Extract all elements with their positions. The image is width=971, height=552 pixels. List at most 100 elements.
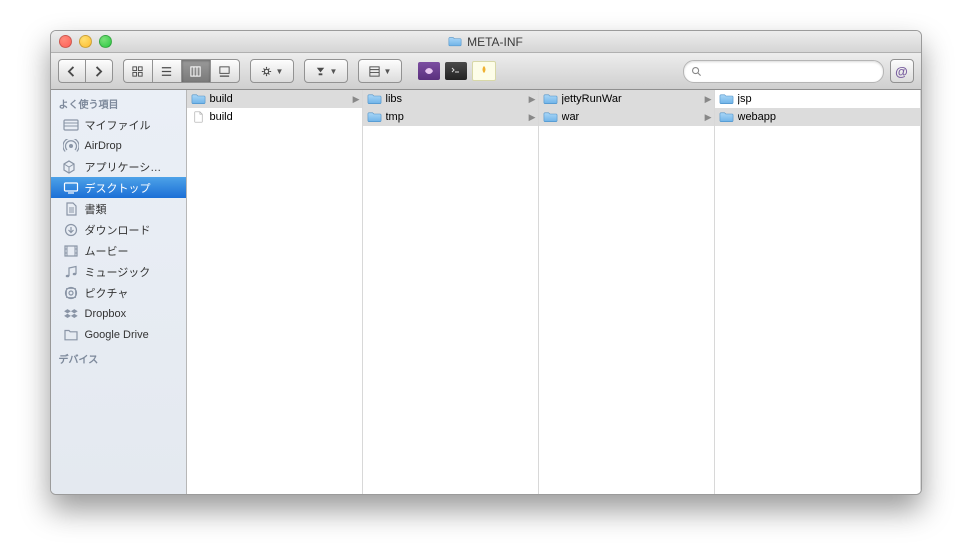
sidebar-item-label: マイファイル xyxy=(85,117,151,133)
sidebar-item-label: アプリケーシ… xyxy=(85,159,162,175)
search-input[interactable] xyxy=(706,64,876,78)
sidebar-item-label: AirDrop xyxy=(85,140,122,152)
file-name: jettyRunWar xyxy=(562,93,701,105)
sidebar-item-desktop[interactable]: デスクトップ xyxy=(51,177,186,198)
sidebar-item-label: ミュージック xyxy=(85,264,151,280)
sidebar-item-label: ムービー xyxy=(85,243,129,259)
sidebar-devices-header: デバイス xyxy=(51,345,186,369)
toolbar: ▼ ▼ ▼ @ xyxy=(51,53,921,90)
allmyfiles-icon xyxy=(63,118,79,132)
sidebar-item-label: デスクトップ xyxy=(85,180,151,196)
docs-icon xyxy=(63,202,79,216)
sidebar-item-dropbox[interactable]: Dropbox xyxy=(51,303,186,324)
dropbox-icon xyxy=(63,307,79,321)
sidebar-item-movies[interactable]: ムービー xyxy=(51,240,186,261)
sidebar-item-docs[interactable]: 書類 xyxy=(51,198,186,219)
column-1[interactable]: libs ▶ tmp ▶ xyxy=(363,90,539,494)
window-controls xyxy=(59,35,112,48)
desktop-icon xyxy=(63,181,79,195)
back-button[interactable] xyxy=(58,59,85,83)
sidebar-item-label: Dropbox xyxy=(85,308,127,320)
zoom-button[interactable] xyxy=(99,35,112,48)
column-2[interactable]: jettyRunWar ▶ war ▶ xyxy=(539,90,715,494)
file-row[interactable]: war ▶ xyxy=(539,108,714,126)
music-icon xyxy=(63,265,79,279)
sidebar-item-label: ピクチャ xyxy=(85,285,129,301)
sidebar-item-allmyfiles[interactable]: マイファイル xyxy=(51,114,186,135)
gdrive-icon xyxy=(63,328,79,342)
close-button[interactable] xyxy=(59,35,72,48)
minimize-button[interactable] xyxy=(79,35,92,48)
titlebar[interactable]: META-INF xyxy=(51,31,921,53)
search-field[interactable] xyxy=(683,60,884,83)
finder-window: META-INF ▼ ▼ ▼ @ よく使う項目 マイファイル AirDrop アプリ… xyxy=(50,30,922,495)
sidebar-item-label: ダウンロード xyxy=(85,222,151,238)
sidebar: よく使う項目 マイファイル AirDrop アプリケーシ… デスクトップ書類ダウンロー… xyxy=(51,90,187,494)
file-row[interactable]: jsp xyxy=(715,90,920,108)
sidebar-item-label: 書類 xyxy=(85,201,107,217)
disclosure-arrow-icon: ▶ xyxy=(529,112,536,123)
movies-icon xyxy=(63,244,79,258)
folder-icon xyxy=(367,93,382,105)
sidebar-item-music[interactable]: ミュージック xyxy=(51,261,186,282)
sidebar-favorites-header: よく使う項目 xyxy=(51,90,186,114)
folder-icon xyxy=(367,111,382,123)
column-3[interactable]: jsp webapp xyxy=(715,90,921,494)
app-shortcut-icon-1[interactable] xyxy=(418,62,440,80)
airdrop-icon xyxy=(63,139,79,153)
disclosure-arrow-icon: ▶ xyxy=(705,112,712,123)
folder-icon xyxy=(543,111,558,123)
toolbar-app-icons xyxy=(418,61,496,81)
file-name: libs xyxy=(386,93,525,105)
file-row[interactable]: libs ▶ xyxy=(363,90,538,108)
sidebar-item-pictures[interactable]: ピクチャ xyxy=(51,282,186,303)
folder-icon xyxy=(191,93,206,105)
file-name: build xyxy=(210,93,349,105)
sidebar-item-label: Google Drive xyxy=(85,329,149,341)
file-name: build xyxy=(210,111,360,123)
sidebar-item-apps[interactable]: アプリケーシ… xyxy=(51,156,186,177)
window-title: META-INF xyxy=(51,35,921,49)
file-row[interactable]: tmp ▶ xyxy=(363,108,538,126)
column-view-button[interactable] xyxy=(181,59,210,83)
sidebar-item-airdrop[interactable]: AirDrop xyxy=(51,135,186,156)
file-name: webapp xyxy=(738,111,918,123)
folder-icon xyxy=(719,93,734,105)
arrange-menu-button[interactable]: ▼ xyxy=(358,59,402,83)
search-icon xyxy=(691,66,702,77)
list-view-button[interactable] xyxy=(152,59,181,83)
file-row[interactable]: build xyxy=(187,108,362,126)
file-name: war xyxy=(562,111,701,123)
folder-icon xyxy=(719,111,734,123)
downloads-icon xyxy=(63,223,79,237)
view-buttons xyxy=(123,59,240,83)
terminal-icon[interactable] xyxy=(445,62,467,80)
window-title-text: META-INF xyxy=(467,35,523,49)
file-icon xyxy=(191,111,206,123)
file-row[interactable]: build ▶ xyxy=(187,90,362,108)
column-0[interactable]: build ▶ build xyxy=(187,90,363,494)
coverflow-view-button[interactable] xyxy=(210,59,240,83)
file-name: jsp xyxy=(738,93,918,105)
dropbox-menu-button[interactable]: ▼ xyxy=(304,59,348,83)
search-area: @ xyxy=(683,59,914,83)
file-name: tmp xyxy=(386,111,525,123)
file-row[interactable]: webapp xyxy=(715,108,920,126)
folder-icon xyxy=(543,93,558,105)
forward-button[interactable] xyxy=(85,59,113,83)
disclosure-arrow-icon: ▶ xyxy=(529,94,536,105)
icon-view-button[interactable] xyxy=(123,59,152,83)
action-menu-button[interactable]: ▼ xyxy=(250,59,294,83)
app-shortcut-icon-3[interactable] xyxy=(472,61,496,81)
folder-icon xyxy=(448,36,462,47)
sidebar-item-downloads[interactable]: ダウンロード xyxy=(51,219,186,240)
file-row[interactable]: jettyRunWar ▶ xyxy=(539,90,714,108)
apps-icon xyxy=(63,160,79,174)
sidebar-item-gdrive[interactable]: Google Drive xyxy=(51,324,186,345)
disclosure-arrow-icon: ▶ xyxy=(353,94,360,105)
disclosure-arrow-icon: ▶ xyxy=(705,94,712,105)
nav-buttons xyxy=(58,59,113,83)
column-browser: build ▶ build libs ▶ tmp ▶ jettyRunWar ▶ war ▶ jsp w… xyxy=(187,90,921,494)
pictures-icon xyxy=(63,286,79,300)
help-button[interactable]: @ xyxy=(890,59,914,83)
